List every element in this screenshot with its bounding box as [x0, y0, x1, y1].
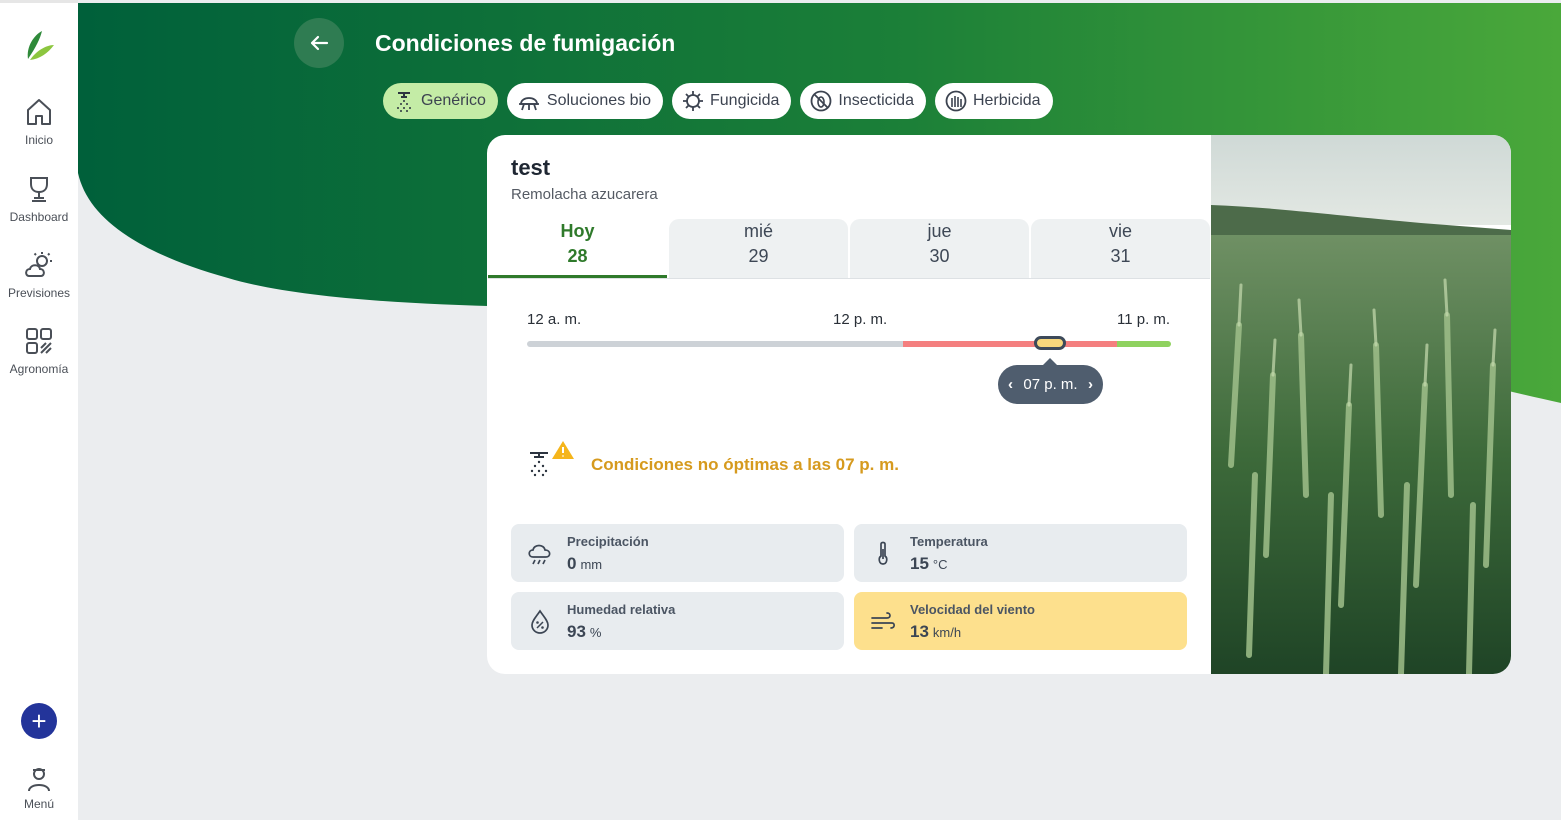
day-number: 30 [929, 246, 950, 266]
metric-value: 0 mm [567, 554, 603, 573]
time-selector: ‹ 07 p. m. › [998, 358, 1103, 404]
chevron-right-icon[interactable]: › [1088, 376, 1093, 393]
add-button[interactable]: + [21, 703, 57, 739]
page-title: Condiciones de fumigación [375, 30, 676, 56]
day-tab-mie[interactable]: mié 29 [669, 219, 848, 279]
tab-herbicida[interactable]: Herbicida [934, 83, 1053, 119]
spray-conditions-card: test Remolacha azucarera Hoy 28 mié 29 j… [487, 135, 1511, 674]
metric-value: 93% [567, 622, 602, 641]
metric-label: Humedad relativa [567, 602, 676, 617]
sidebar-item-previsiones[interactable]: Previsiones [0, 250, 78, 300]
menu-label: Menú [23, 797, 55, 811]
day-number: 31 [1110, 246, 1131, 266]
tab-generico[interactable]: Genérico [383, 83, 498, 119]
timeline-start-label: 12 a. m. [527, 311, 582, 328]
home-icon [27, 99, 51, 125]
tab-label: Insecticida [838, 92, 914, 109]
weather-icon [25, 252, 52, 277]
wind-icon [871, 612, 895, 629]
sidebar: Inicio Dashboard Previsiones Agronomía + [0, 0, 78, 820]
sidebar-item-label: Inicio [24, 133, 53, 147]
tab-label: Genérico [421, 92, 486, 109]
fungicide-icon [683, 91, 703, 111]
timeline-mid-label: 12 p. m. [833, 311, 888, 328]
menu-button[interactable]: Menú [0, 765, 78, 811]
sprayer-warning-icon [530, 441, 574, 477]
metric-humedad: Humedad relativa 93% [511, 592, 844, 650]
herbicide-icon [945, 90, 967, 112]
sidebar-item-label: Dashboard [9, 210, 69, 224]
day-tab-jue[interactable]: jue 30 [850, 219, 1029, 279]
thermometer-icon [878, 541, 888, 565]
warning-message: Condiciones no óptimas a las 07 p. m. [591, 455, 899, 474]
day-name: jue [927, 221, 952, 241]
field-name: test [511, 155, 551, 180]
tab-fungicida[interactable]: Fungicida [672, 83, 792, 119]
insecticide-icon [810, 90, 832, 112]
metric-value: 15 °C [910, 554, 948, 573]
day-tabs: Hoy 28 mié 29 jue 30 vie 31 [488, 219, 1210, 279]
timeline-segment-optimal [1117, 341, 1171, 347]
divider [488, 278, 1210, 279]
tab-insecticida[interactable]: Insecticida [800, 83, 926, 119]
metric-precipitacion: Precipitación 0 mm [511, 524, 844, 582]
timeline-slider-handle[interactable] [1034, 336, 1066, 350]
tab-label: Soluciones bio [546, 92, 651, 109]
sidebar-item-inicio[interactable]: Inicio [0, 97, 78, 147]
day-name: mié [743, 221, 773, 241]
timeline-segment-unavailable [527, 341, 903, 347]
sidebar-item-agronomia[interactable]: Agronomía [0, 326, 78, 376]
sprayer-icon [397, 92, 411, 112]
tab-label: Herbicida [972, 92, 1041, 109]
field-crop: Remolacha azucarera [511, 186, 658, 203]
timeline-segment-not-optimal [902, 341, 1118, 347]
sidebar-item-dashboard[interactable]: Dashboard [0, 174, 78, 224]
sidebar-item-label: Previsiones [7, 286, 71, 300]
back-button[interactable] [294, 18, 344, 68]
day-tab-vie[interactable]: vie 31 [1031, 219, 1210, 279]
timeline-end-label: 11 p. m. [1117, 311, 1171, 328]
tab-soluciones-bio[interactable]: Soluciones bio [506, 83, 663, 119]
arrow-left-icon [310, 35, 329, 51]
plus-icon: + [31, 706, 47, 736]
product-type-tabs: Genérico Soluciones bio Fungicida Insect… [383, 83, 1053, 119]
chevron-left-icon[interactable]: ‹ [1008, 376, 1013, 393]
tab-label: Fungicida [710, 92, 780, 109]
metric-viento: Velocidad del viento 13 km/h [854, 592, 1187, 650]
hourly-timeline[interactable] [527, 341, 1171, 347]
metric-value: 13 km/h [910, 622, 962, 641]
dashboard-icon [30, 177, 48, 202]
agronomy-icon [26, 328, 52, 354]
humidity-icon [531, 609, 549, 634]
sidebar-item-label: Agronomía [9, 362, 69, 376]
app-logo-icon [27, 31, 54, 60]
day-number: 29 [748, 246, 769, 266]
metric-temperatura: Temperatura 15 °C [854, 524, 1187, 582]
selected-time: 07 p. m. [1023, 376, 1078, 393]
day-tab-hoy[interactable]: Hoy 28 [488, 219, 667, 279]
user-icon [28, 768, 50, 792]
metric-label: Temperatura [910, 534, 988, 549]
metric-label: Precipitación [567, 534, 649, 549]
rain-icon [528, 544, 551, 565]
day-number: 28 [567, 246, 588, 266]
day-name: Hoy [560, 221, 595, 241]
metric-label: Velocidad del viento [910, 602, 1035, 617]
bio-icon [518, 97, 539, 111]
day-name: vie [1108, 221, 1132, 241]
crop-field-image [1211, 135, 1511, 674]
